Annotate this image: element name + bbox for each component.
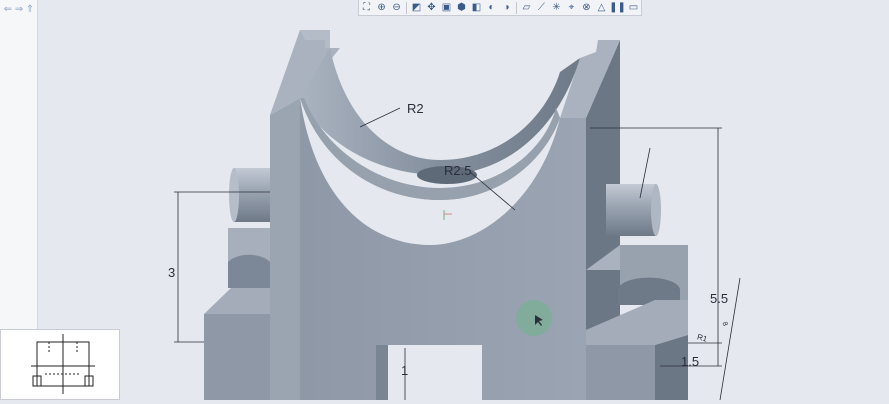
datum-point-icon[interactable]: ✳	[549, 1, 563, 15]
view-toolbar: ⛶ ⊕ ⊖ ◩ ✥ ▣ ⬢ ◧ ◐ ◑ ▱ ⟋ ✳ ⌖ ⊗ △ ❚❚ ▭	[358, 0, 642, 16]
toolbar-separator	[406, 1, 407, 14]
view-cube-icon[interactable]: ⬢	[454, 1, 468, 15]
pan-icon[interactable]: ✥	[424, 1, 438, 15]
dim-length-8[interactable]: 8	[721, 321, 729, 327]
model-viewport[interactable]: R2 R2.5 3 5.5 1 1.5 R1 8	[0, 0, 889, 400]
forward-arrow-icon[interactable]: ⇒	[14, 4, 24, 16]
dim-step-1-5[interactable]: 1.5	[681, 354, 699, 369]
dim-radius-r2-5[interactable]: R2.5	[444, 163, 471, 178]
toolbar-separator	[516, 1, 517, 14]
display-style-icon[interactable]: ◐	[485, 1, 499, 15]
right-pin	[606, 184, 661, 236]
zoom-in-icon[interactable]: ⊕	[375, 1, 389, 15]
drawing-preview-graphic	[31, 334, 95, 394]
datum-axis-icon[interactable]: ⟋	[534, 1, 548, 15]
pointer-highlight	[516, 300, 552, 336]
left-panel: ⇐ ⇒ ⇑	[0, 0, 38, 330]
left-base-block	[204, 228, 270, 400]
left-pin	[229, 168, 274, 222]
zoom-out-icon[interactable]: ⊖	[390, 1, 404, 15]
zoom-fit-icon[interactable]: ⛶	[360, 1, 374, 15]
pause-icon[interactable]: ❚❚	[609, 1, 626, 15]
section-icon[interactable]: ◧	[469, 1, 483, 15]
up-arrow-icon[interactable]: ⇑	[25, 4, 35, 16]
coordinate-triad	[443, 210, 452, 220]
window-icon[interactable]: ▭	[627, 1, 641, 15]
datum-plane-icon[interactable]: ▱	[519, 1, 533, 15]
dim-radius-r2[interactable]: R2	[407, 101, 424, 116]
coordinate-system-icon[interactable]: ⌖	[564, 1, 578, 15]
back-arrow-icon[interactable]: ⇐	[3, 4, 13, 16]
dim-slot-depth-1[interactable]: 1	[401, 363, 408, 378]
dim-radius-r1[interactable]: R1	[696, 332, 709, 343]
dim-height-5-5[interactable]: 5.5	[710, 291, 728, 306]
render-icon[interactable]: ◑	[500, 1, 514, 15]
box-view-icon[interactable]: ▣	[439, 1, 453, 15]
drawing-preview-thumbnail[interactable]	[0, 329, 120, 400]
annotation-icon[interactable]: △	[594, 1, 608, 15]
dim-height-3[interactable]: 3	[168, 265, 175, 280]
main-body	[270, 30, 620, 400]
spin-center-icon[interactable]: ⊗	[579, 1, 593, 15]
sketch-icon[interactable]: ◩	[409, 1, 423, 15]
